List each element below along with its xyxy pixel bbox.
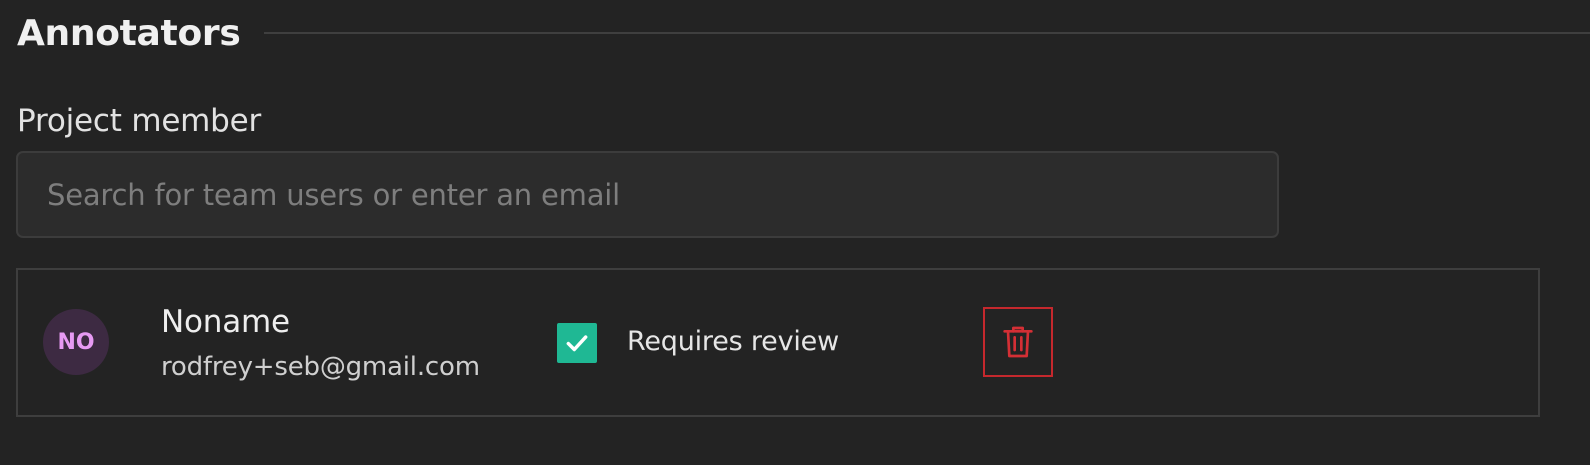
avatar: NO <box>43 309 109 375</box>
member-card: NO Noname rodfrey+seb@gmail.com Requires… <box>16 268 1540 417</box>
requires-review-checkbox[interactable] <box>557 323 597 363</box>
annotators-section-header: Annotators <box>17 8 1590 58</box>
project-member-label: Project member <box>17 103 262 139</box>
trash-icon <box>1002 324 1034 360</box>
delete-member-button[interactable] <box>983 307 1053 377</box>
requires-review-label[interactable]: Requires review <box>627 326 839 357</box>
check-icon <box>564 330 590 356</box>
section-title: Annotators <box>17 12 241 54</box>
member-email: rodfrey+seb@gmail.com <box>161 352 480 382</box>
member-search-input[interactable] <box>16 151 1279 238</box>
member-name: Noname <box>161 304 290 340</box>
section-divider <box>264 32 1590 34</box>
